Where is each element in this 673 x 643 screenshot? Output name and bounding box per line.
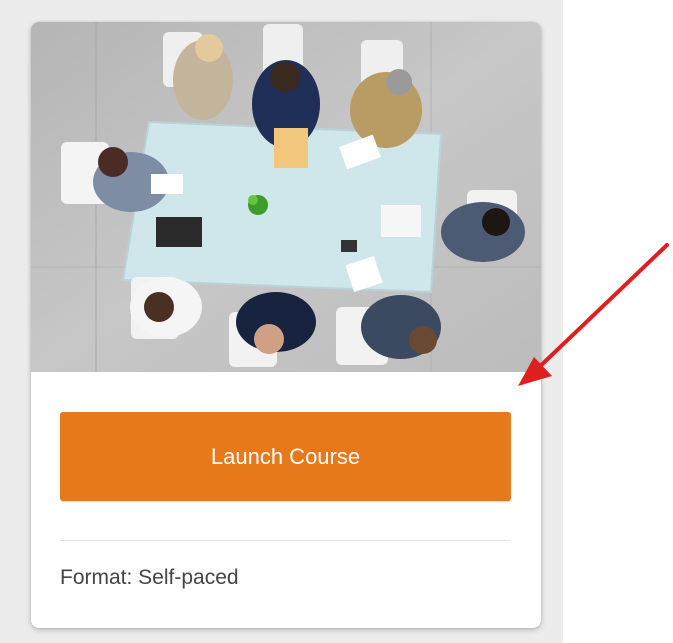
course-image [31, 22, 541, 372]
card-divider [60, 540, 511, 541]
launch-course-button[interactable]: Launch Course [60, 412, 511, 501]
course-card: Launch Course Format: Self-paced [31, 22, 541, 628]
format-label: Format: Self-paced [60, 566, 239, 589]
